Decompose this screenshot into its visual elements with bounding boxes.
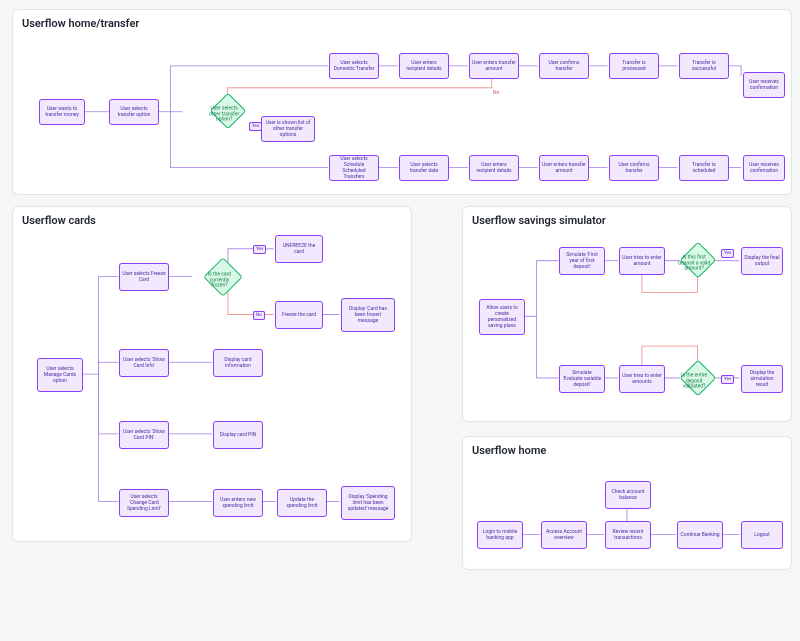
node-pin[interactable]: Display card PIN xyxy=(213,421,263,449)
node-unfreeze[interactable]: UNFREEZE the card xyxy=(275,235,323,263)
decision-first[interactable]: Is this first deposit a valid amount? xyxy=(680,242,717,279)
node-home-recent[interactable]: Review recent transactions xyxy=(605,521,651,549)
node-limit-sel[interactable]: User selects 'Change Card Spending Limit… xyxy=(119,489,169,517)
node-transfer-start[interactable]: User wants to transfer money xyxy=(39,99,85,125)
label-no: No xyxy=(253,311,265,320)
decision-var[interactable]: Is the entire deposit validated? xyxy=(680,360,717,397)
node-freeze-sel[interactable]: User selects Freeze Card xyxy=(119,263,169,291)
node-limit-update[interactable]: Update the spending limit xyxy=(277,489,327,517)
node-info-sel[interactable]: User selects 'Show Card Info' xyxy=(119,349,169,377)
node-limit-msg[interactable]: Display 'Spending limit has been updated… xyxy=(341,486,395,520)
node-limit-enter[interactable]: User enters new spending limit xyxy=(213,489,263,517)
node-sch-date[interactable]: User selects transfer date xyxy=(399,155,449,181)
node-var-sim[interactable]: Simulate 'Evaluate variable deposit' xyxy=(559,365,605,393)
decision-other-label: User selects other transfer option? xyxy=(207,107,241,124)
panel-home-title: Userflow home xyxy=(463,437,791,467)
node-freeze[interactable]: Freeze the card xyxy=(275,301,323,329)
node-transfer-select[interactable]: User selects transfer option xyxy=(109,99,159,125)
decision-frozen[interactable]: Is the card currently frozen? xyxy=(203,257,243,297)
node-dom-done[interactable]: User receives confirmation xyxy=(743,72,785,98)
node-sch-sched[interactable]: Transfer is scheduled xyxy=(679,155,729,181)
node-cards-start[interactable]: User selects Manage Cards option xyxy=(37,358,83,392)
panel-cards[interactable]: Userflow cards User selects Ma xyxy=(12,206,412,542)
node-first-sim[interactable]: Simulate 'First year of first deposit' xyxy=(559,247,605,275)
decision-other-transfer[interactable]: User selects other transfer option? xyxy=(210,93,247,130)
node-sav-start[interactable]: Allow users to create personalized savin… xyxy=(479,299,525,335)
node-first-result[interactable]: Display the final output xyxy=(741,247,783,275)
node-home-checkbal[interactable]: Check account balance xyxy=(605,481,651,509)
node-home-login[interactable]: Login to mobile banking app xyxy=(477,521,523,549)
node-dom-proc[interactable]: Transfer is processed xyxy=(609,53,659,79)
panel-savings-title: Userflow savings simulator xyxy=(463,207,791,237)
node-var-enter[interactable]: User tries to enter amounts xyxy=(619,365,665,393)
node-sch-rcp[interactable]: User enters recipient details xyxy=(469,155,519,181)
panel-cards-title: Userflow cards xyxy=(13,207,411,237)
node-home-logout[interactable]: Logout xyxy=(741,521,783,549)
node-pin-sel[interactable]: User selects 'Show Card PIN' xyxy=(119,421,169,449)
node-home-overview[interactable]: Access Account overview xyxy=(541,521,587,549)
panel-transfer-title: Userflow home/transfer xyxy=(13,10,791,40)
label-yes: Yes xyxy=(253,245,266,254)
decision-first-label: Is this first deposit a valid amount? xyxy=(677,256,711,273)
node-sch-done[interactable]: User receives confirmation xyxy=(743,155,785,181)
node-first-enter[interactable]: User tries to enter amount xyxy=(619,247,665,275)
label-yes: Yes xyxy=(721,249,734,258)
whiteboard-canvas[interactable]: Userflow home/transfer xyxy=(0,0,800,641)
label-no: No xyxy=(493,90,499,96)
panel-home[interactable]: Userflow home Login to mobile banking ap… xyxy=(462,436,792,570)
node-dom-amt[interactable]: User enters transfer amount xyxy=(469,53,519,79)
node-info[interactable]: Display card information xyxy=(213,349,263,377)
decision-var-label: Is the entire deposit validated? xyxy=(677,374,711,391)
node-var-result[interactable]: Display the simulation result xyxy=(741,365,783,393)
node-home-continue[interactable]: Continue Banking xyxy=(677,521,723,549)
node-sch-sel[interactable]: User selects Schedule Scheduled Transfer… xyxy=(329,155,379,181)
panel-transfer[interactable]: Userflow home/transfer xyxy=(12,9,792,195)
node-dom-succ[interactable]: Transfer is successful xyxy=(679,53,729,79)
node-freeze-msg[interactable]: Display 'Card has been frozen' message xyxy=(341,298,395,332)
node-dom-rcp[interactable]: User enters recipient details xyxy=(399,53,449,79)
node-sch-conf[interactable]: User confirms transfer xyxy=(609,155,659,181)
label-yes: Yes xyxy=(721,375,734,384)
node-dom-sel[interactable]: User selects Domestic Transfer xyxy=(329,53,379,79)
panel-savings[interactable]: Userflow savings simulator Allow users t… xyxy=(462,206,792,422)
decision-frozen-label: Is the card currently frozen? xyxy=(201,272,237,289)
node-other-options[interactable]: User is shown list of other transfer opt… xyxy=(261,116,315,142)
node-dom-conf[interactable]: User confirms transfer xyxy=(539,53,589,79)
node-sch-amt[interactable]: User enters transfer amount xyxy=(539,155,589,181)
